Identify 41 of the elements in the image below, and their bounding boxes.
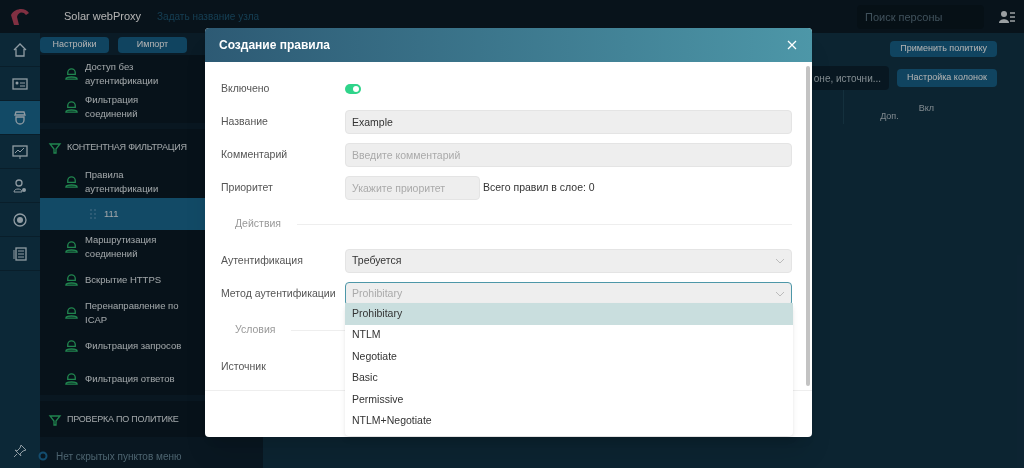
dropdown-option[interactable]: NTLM xyxy=(345,324,793,346)
field-label: Включено xyxy=(221,80,271,96)
section-header[interactable]: КОНТЕНТНАЯ ФИЛЬТРАЦИЯ xyxy=(67,141,187,155)
close-icon[interactable] xyxy=(786,39,798,51)
section-header[interactable]: ПРОВЕРКА ПО ПОЛИТИКЕ xyxy=(67,413,179,427)
toggle-switch[interactable] xyxy=(345,83,361,94)
input-field[interactable]: Укажите приоритет xyxy=(345,175,480,200)
dropdown-option[interactable]: Prohibitary xyxy=(345,303,793,325)
chevron-down-icon xyxy=(775,290,785,297)
rule-count: Всего правил в слое: 0 xyxy=(483,179,595,195)
dropdown-option[interactable]: Basic xyxy=(345,367,793,389)
app-name: Solar webProxy xyxy=(64,9,142,25)
dropdown-option[interactable]: Permissive xyxy=(345,389,793,411)
dialog-title: Создание правила xyxy=(219,37,331,54)
document-check-icon xyxy=(48,413,62,427)
person-search-field[interactable]: Поиск персоны xyxy=(857,4,984,29)
column-header: Вкл xyxy=(918,102,934,115)
chevron-down-icon xyxy=(775,257,785,264)
section-title: Условия xyxy=(235,322,276,338)
input-field[interactable]: Example xyxy=(345,109,792,134)
field-label: Источник xyxy=(221,358,267,374)
logo-icon xyxy=(9,6,31,27)
dropdown-option[interactable]: NTLM+Negotiate xyxy=(345,410,793,432)
user-list-icon[interactable] xyxy=(998,9,1016,24)
field-label: Приоритет xyxy=(221,179,274,195)
toolbar-button[interactable]: Настройки xyxy=(40,37,109,53)
dropdown-option[interactable]: Negotiate xyxy=(345,346,793,368)
input-field[interactable]: Введите комментарий xyxy=(345,142,792,167)
field-label: Метод аутентификации xyxy=(221,285,337,301)
field-label: Аутентификация xyxy=(221,252,304,268)
select-field[interactable]: Требуется xyxy=(345,248,792,273)
field-label: Название xyxy=(221,113,269,129)
drag-handle-icon[interactable] xyxy=(90,209,96,219)
hidden-items-note: Нет скрытых пунктов меню xyxy=(56,449,182,464)
toolbar-button[interactable]: Импорт xyxy=(118,37,187,53)
field-label: Комментарий xyxy=(221,146,289,162)
apply-policy-button[interactable]: Применить политику xyxy=(890,41,997,57)
column-header: Доп. xyxy=(880,110,899,123)
pin-icon[interactable] xyxy=(13,444,27,458)
guard-icon[interactable] xyxy=(0,101,40,135)
column-settings-button[interactable]: Настройка колонок xyxy=(897,69,997,87)
